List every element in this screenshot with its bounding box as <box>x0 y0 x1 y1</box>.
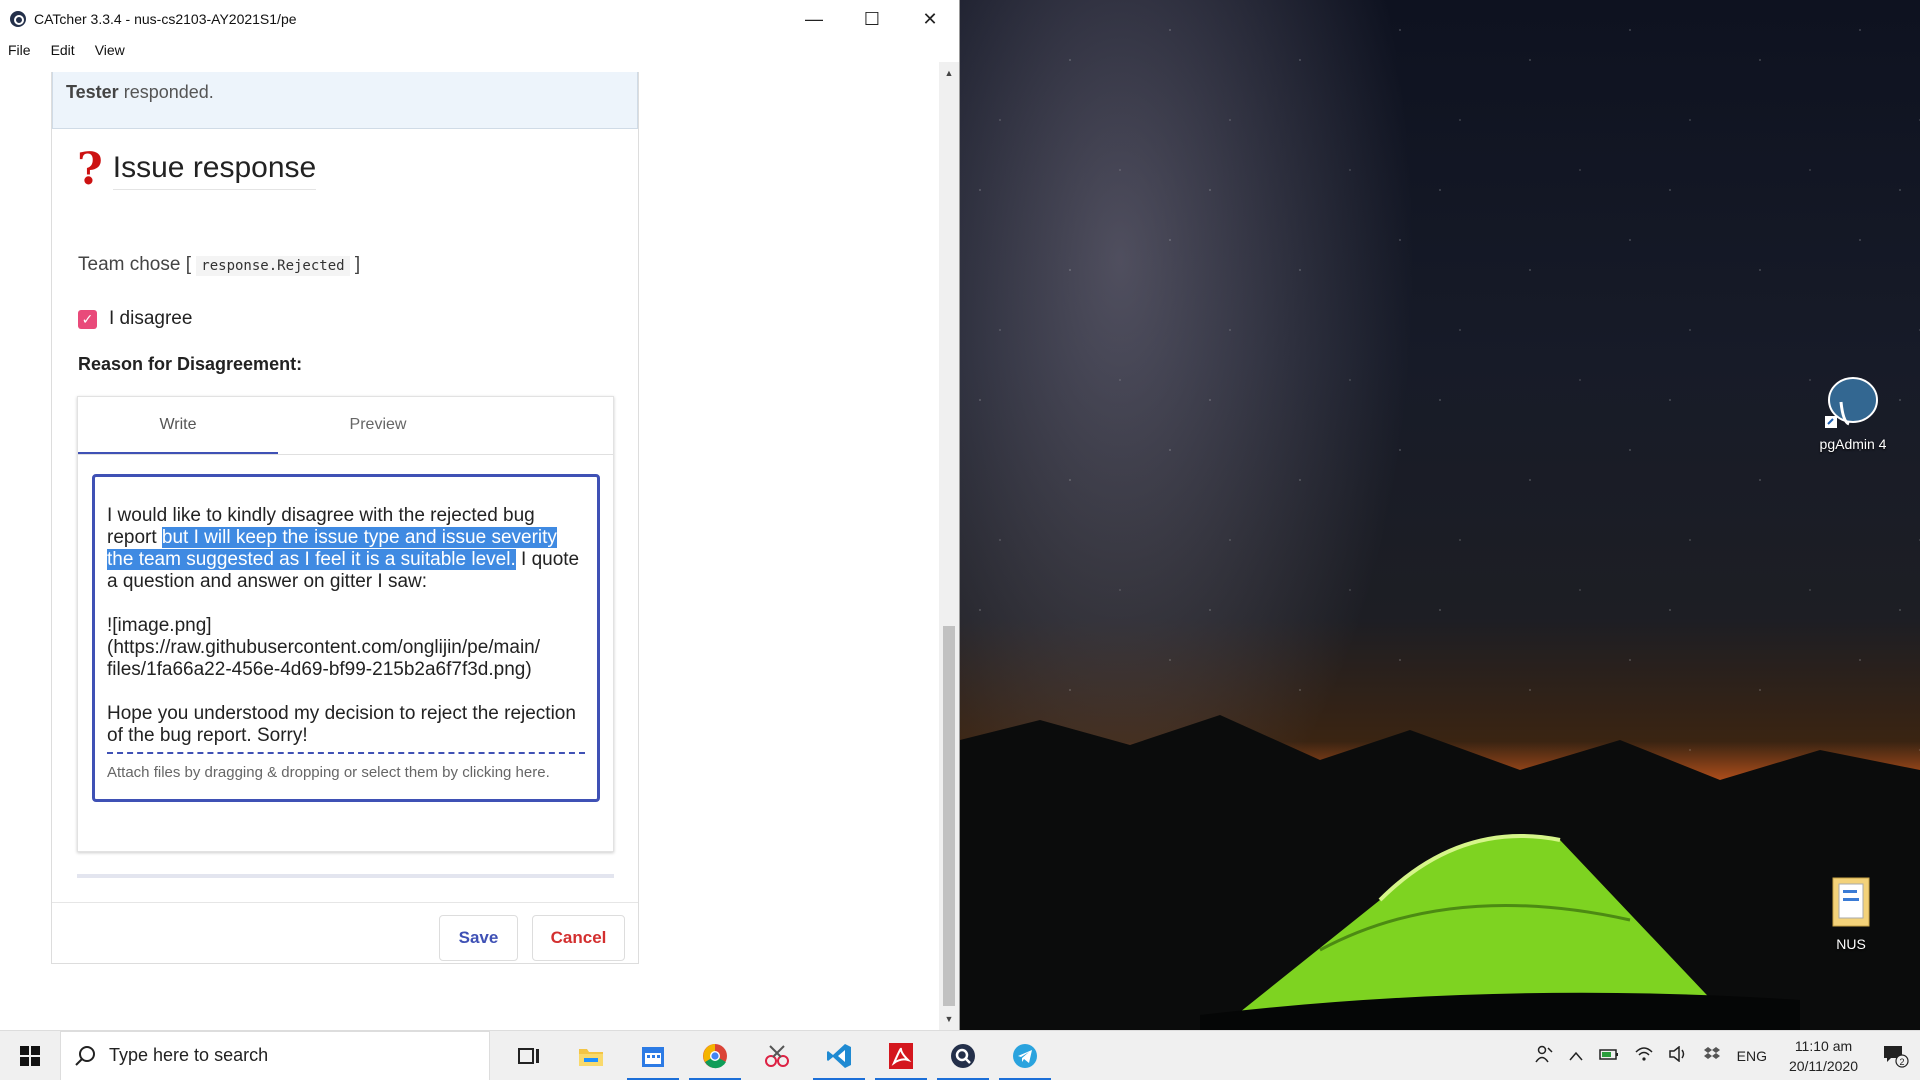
snipping-tool-icon[interactable] <box>746 1031 808 1080</box>
acrobat-icon[interactable] <box>870 1031 932 1080</box>
pgadmin-elephant-icon <box>1825 377 1878 428</box>
image-line: files/1fa66a22-456e-4d69-bf99-215b2a6f7f… <box>107 659 532 680</box>
start-button[interactable] <box>0 1031 60 1080</box>
notification-center[interactable]: 2 <box>1872 1044 1920 1068</box>
clock-time: 11:10 am <box>1794 1037 1853 1054</box>
reason-label: Reason for Disagreement: <box>78 354 303 374</box>
menu-view[interactable]: View <box>95 42 125 58</box>
windows-logo-icon <box>20 1045 40 1066</box>
menu-bar: File Edit View <box>0 38 959 62</box>
image-line: (https://raw.githubusercontent.com/ongli… <box>107 637 541 658</box>
desktop-icon-pgadmin[interactable]: pgAdmin 4 <box>1808 372 1898 452</box>
upload-progress-bar <box>77 874 614 878</box>
cancel-button[interactable]: Cancel <box>532 915 625 961</box>
vscode-icon[interactable] <box>808 1031 870 1080</box>
attach-files-hint[interactable]: Attach files by dragging & dropping or s… <box>107 752 585 784</box>
desktop-icon-label: pgAdmin 4 <box>1819 436 1887 452</box>
minimize-button[interactable]: — <box>785 0 843 38</box>
search-icon <box>75 1045 95 1066</box>
window-title: CATcher 3.3.4 - nus-cs2103-AY2021S1/pe <box>34 11 297 27</box>
editor-tabs: Write Preview <box>78 397 613 455</box>
title-bar[interactable]: CATcher 3.3.4 - nus-cs2103-AY2021S1/pe —… <box>0 0 959 38</box>
volume-icon[interactable] <box>1668 1045 1687 1065</box>
disagree-checkbox-row[interactable]: ✓ I disagree <box>78 308 192 330</box>
notification-icon: 2 <box>1884 1045 1909 1068</box>
telegram-icon[interactable] <box>994 1031 1056 1080</box>
chevron-up-icon[interactable] <box>1569 1048 1583 1064</box>
desktop-icon-nus[interactable]: NUS <box>1806 872 1896 952</box>
tester-response-bar: Tester responded. <box>52 72 638 129</box>
chrome-icon[interactable] <box>684 1031 746 1080</box>
catcher-app-icon <box>10 11 26 27</box>
taskbar-search[interactable]: Type here to search <box>60 1030 490 1080</box>
tab-write[interactable]: Write <box>78 397 278 454</box>
markdown-editor: Write Preview I would like to kindly dis… <box>77 396 614 852</box>
battery-icon[interactable] <box>1598 1047 1619 1064</box>
textarea-paragraph: I would like to kindly disagree with the… <box>107 505 585 593</box>
tab-preview[interactable]: Preview <box>278 397 478 454</box>
desktop-icon-label: NUS <box>1836 936 1866 952</box>
image-line: ![image.png] <box>107 615 212 636</box>
taskbar: Type here to search ENG 11:10 am 20/11/2… <box>0 1030 1920 1080</box>
save-button[interactable]: Save <box>439 915 518 961</box>
clock[interactable]: 11:10 am 20/11/2020 <box>1789 1036 1858 1076</box>
main-content: Tester responded. ? Issue response Team … <box>0 62 940 1030</box>
notification-count: 2 <box>1899 1057 1904 1067</box>
team-chose-label: Team chose [ <box>78 254 191 275</box>
tent-image <box>1200 834 1800 1030</box>
people-icon[interactable] <box>1535 1045 1553 1066</box>
catcher-icon[interactable] <box>932 1031 994 1080</box>
search-placeholder: Type here to search <box>109 1045 269 1065</box>
language-indicator[interactable]: ENG <box>1737 1048 1767 1064</box>
disagree-checkbox[interactable]: ✓ <box>78 309 97 329</box>
folder-icon <box>1832 877 1870 927</box>
system-tray: ENG 11:10 am 20/11/2020 2 <box>1527 1031 1920 1080</box>
team-response-value: response.Rejected <box>196 256 350 276</box>
clock-date: 20/11/2020 <box>1788 1057 1858 1074</box>
dropbox-icon[interactable] <box>1703 1046 1721 1065</box>
closing-paragraph: Hope you understood my decision to rejec… <box>107 703 576 746</box>
tester-label: Tester <box>66 82 119 102</box>
maximize-button[interactable]: ☐ <box>843 0 901 38</box>
team-chose-bracket: ] <box>354 254 361 275</box>
calendar-icon[interactable] <box>622 1031 684 1080</box>
file-explorer-icon[interactable] <box>560 1031 622 1080</box>
scroll-up-arrow-icon[interactable]: ▲ <box>939 64 959 82</box>
image-link-paragraph: ![image.png] (https://raw.githubusercont… <box>107 615 585 681</box>
catcher-window: CATcher 3.3.4 - nus-cs2103-AY2021S1/pe —… <box>0 0 960 1030</box>
wifi-icon[interactable] <box>1635 1046 1653 1065</box>
tester-text: responded. <box>123 82 214 102</box>
footer-divider <box>52 902 638 903</box>
scroll-down-arrow-icon[interactable]: ▼ <box>939 1010 959 1028</box>
taskbar-apps <box>498 1031 1056 1080</box>
task-view-icon[interactable] <box>498 1031 560 1080</box>
team-chose-text: Team chose [ response.Rejected ] <box>78 254 360 276</box>
page-title: Issue response <box>112 151 317 190</box>
issue-response-heading: ? Issue response <box>77 144 317 195</box>
selected-text: but I will keep the issue type and issue… <box>107 527 557 570</box>
question-mark-icon: ? <box>77 144 103 195</box>
disagreement-textarea[interactable]: I would like to kindly disagree with the… <box>92 474 600 802</box>
close-button[interactable]: ✕ <box>901 0 959 38</box>
vertical-scrollbar[interactable]: ▲ ▼ <box>939 62 959 1030</box>
menu-file[interactable]: File <box>8 42 31 58</box>
menu-edit[interactable]: Edit <box>51 42 75 58</box>
issue-response-panel: Tester responded. ? Issue response Team … <box>51 72 639 964</box>
scrollbar-thumb[interactable] <box>943 626 955 1006</box>
disagree-checkbox-label[interactable]: I disagree <box>109 308 192 330</box>
